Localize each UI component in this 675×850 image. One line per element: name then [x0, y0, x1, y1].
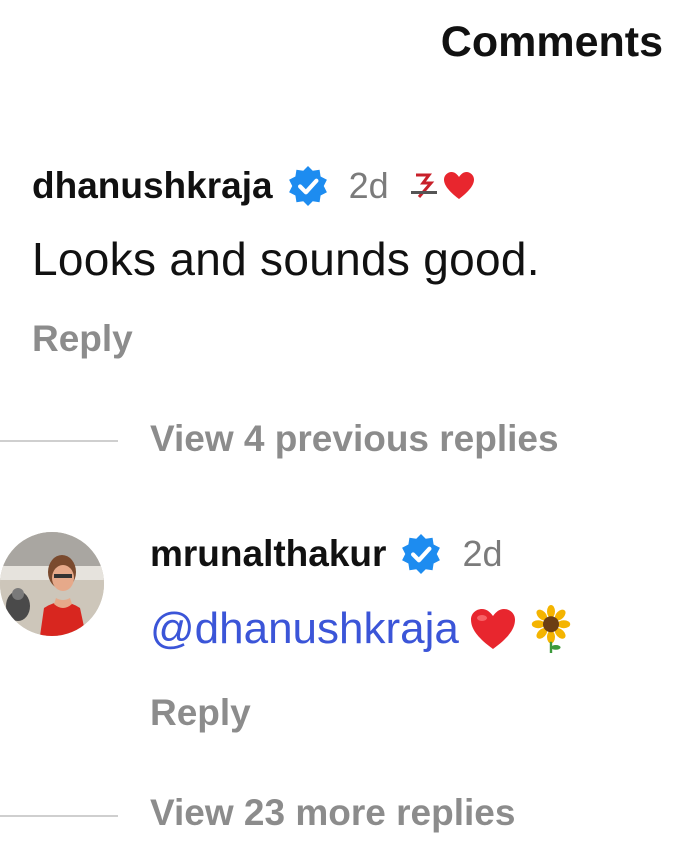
- page-title: Comments: [440, 18, 663, 66]
- mention-link[interactable]: @dhanushkraja: [150, 604, 459, 654]
- avatar-photo: [0, 532, 104, 636]
- brand-logo-icon: [410, 173, 437, 198]
- verified-badge-icon: [402, 534, 441, 574]
- reply-button[interactable]: Reply: [150, 692, 251, 734]
- comment-header: mrunalthakur 2d: [150, 528, 502, 580]
- bio-badges: [407, 169, 475, 203]
- view-previous-replies-button[interactable]: View 4 previous replies: [150, 418, 559, 460]
- view-more-replies-button[interactable]: View 23 more replies: [150, 792, 515, 834]
- comment-text: Looks and sounds good.: [32, 233, 540, 285]
- username-link[interactable]: mrunalthakur: [150, 533, 386, 575]
- sunflower-icon: [531, 605, 571, 653]
- thread-divider: [0, 815, 118, 817]
- thread-divider: [0, 440, 118, 442]
- red-heart-icon: [443, 172, 474, 199]
- comment-header: dhanushkraja 2d: [32, 160, 475, 212]
- reply-button[interactable]: Reply: [32, 318, 133, 360]
- avatar[interactable]: [0, 532, 104, 636]
- verified-badge-icon: [288, 166, 327, 206]
- timestamp: 2d: [462, 533, 503, 574]
- timestamp: 2d: [348, 165, 389, 206]
- username-link[interactable]: dhanushkraja: [32, 165, 273, 207]
- comment-text: @dhanushkraja: [150, 604, 575, 654]
- red-heart-icon: [470, 609, 515, 649]
